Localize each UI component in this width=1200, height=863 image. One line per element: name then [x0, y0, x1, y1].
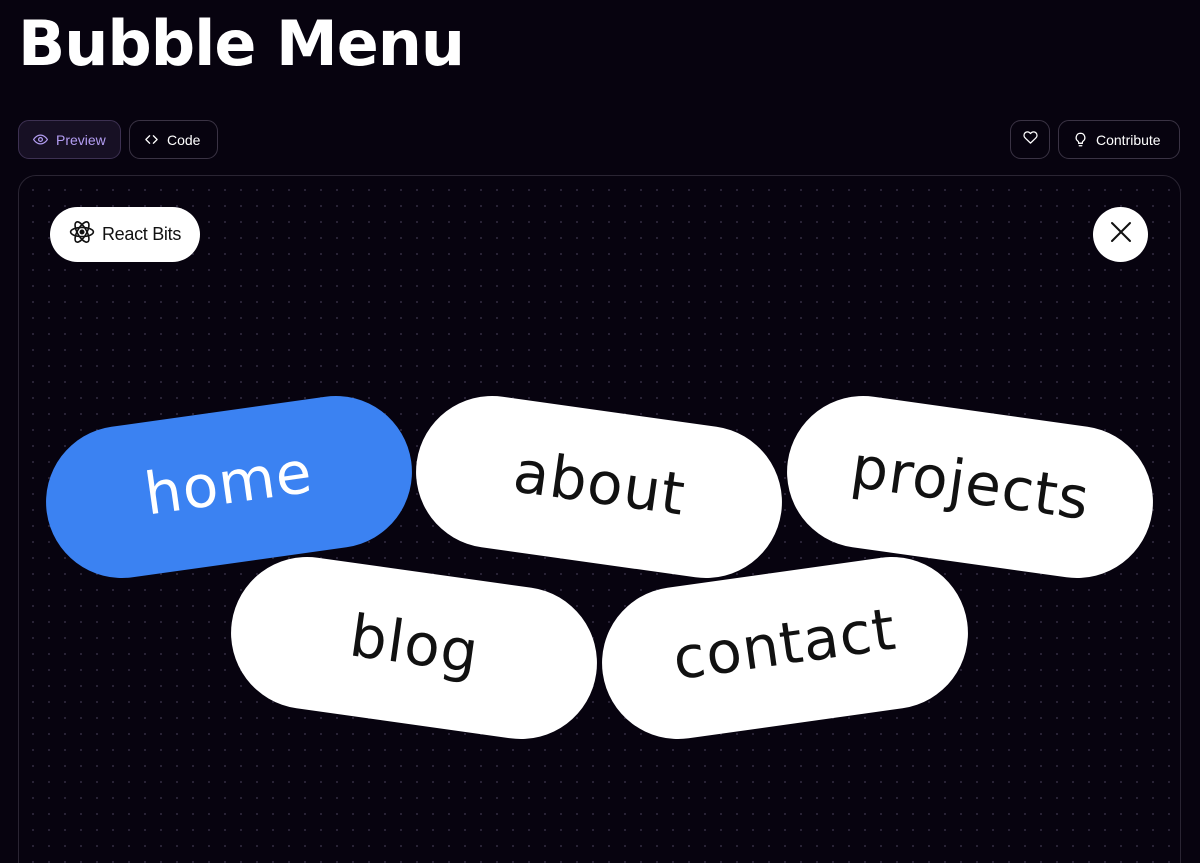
menu-item-blog[interactable]: blog — [221, 547, 607, 749]
contribute-button[interactable]: Contribute — [1058, 120, 1180, 159]
page-title: Bubble Menu — [18, 7, 465, 80]
heart-icon — [1022, 130, 1038, 150]
menu-item-label: contact — [668, 594, 901, 694]
tab-preview-label: Preview — [56, 131, 106, 148]
atom-icon — [69, 219, 95, 250]
eye-icon — [33, 132, 48, 147]
menu-item-label: home — [140, 437, 317, 529]
page: Bubble Menu Preview Code Contribute Reac… — [0, 0, 1200, 863]
tab-code[interactable]: Code — [129, 120, 218, 159]
tab-code-label: Code — [167, 131, 201, 148]
logo[interactable]: React Bits — [50, 207, 200, 262]
tab-preview[interactable]: Preview — [18, 120, 121, 159]
favorite-button[interactable] — [1010, 120, 1050, 159]
menu-item-contact[interactable]: contact — [592, 547, 978, 749]
code-brackets-icon — [144, 132, 159, 147]
preview-panel: React Bits home about projects blog cont… — [18, 175, 1181, 863]
close-icon — [1109, 220, 1133, 249]
contribute-label: Contribute — [1096, 131, 1161, 148]
menu-item-home[interactable]: home — [36, 386, 422, 588]
logo-text: React Bits — [101, 224, 182, 244]
menu-item-label: projects — [847, 432, 1094, 534]
lightbulb-icon — [1073, 132, 1088, 147]
menu-item-label: about — [509, 437, 690, 529]
close-menu-button[interactable] — [1093, 207, 1148, 262]
menu-item-projects[interactable]: projects — [777, 386, 1163, 588]
menu-item-about[interactable]: about — [406, 386, 792, 588]
menu-item-label: blog — [345, 601, 484, 687]
